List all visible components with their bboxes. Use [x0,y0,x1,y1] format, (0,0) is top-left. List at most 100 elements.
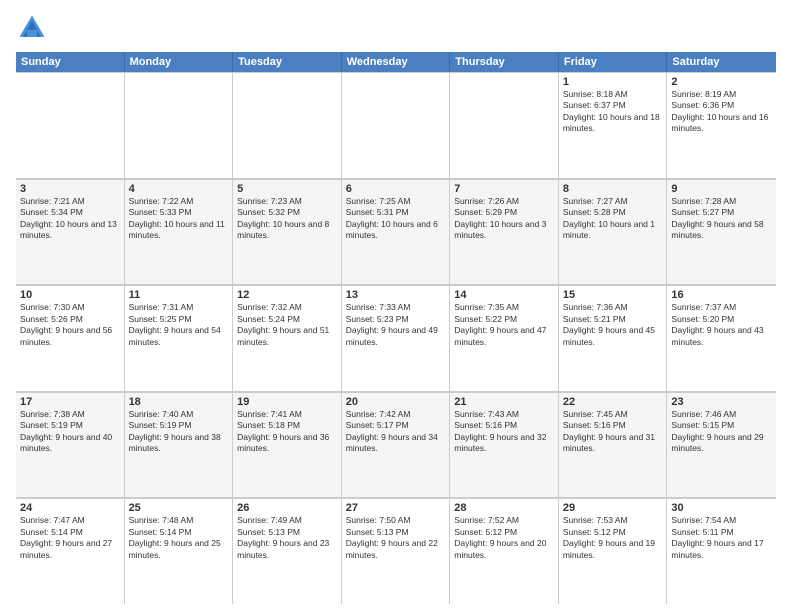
day-info: Sunrise: 7:54 AMSunset: 5:11 PMDaylight:… [671,515,772,561]
calendar-cell-empty-0 [16,72,125,178]
calendar-cell-30: 30Sunrise: 7:54 AMSunset: 5:11 PMDayligh… [667,498,776,604]
day-number: 11 [129,289,229,301]
calendar-cell-29: 29Sunrise: 7:53 AMSunset: 5:12 PMDayligh… [559,498,668,604]
day-info: Sunrise: 8:19 AMSunset: 6:36 PMDaylight:… [671,89,772,135]
calendar-cell-16: 16Sunrise: 7:37 AMSunset: 5:20 PMDayligh… [667,285,776,391]
day-info: Sunrise: 7:26 AMSunset: 5:29 PMDaylight:… [454,196,554,242]
day-number: 26 [237,502,337,514]
day-info: Sunrise: 8:18 AMSunset: 6:37 PMDaylight:… [563,89,663,135]
calendar-cell-4: 4Sunrise: 7:22 AMSunset: 5:33 PMDaylight… [125,179,234,285]
calendar-row-2: 10Sunrise: 7:30 AMSunset: 5:26 PMDayligh… [16,285,776,392]
day-number: 6 [346,183,446,195]
calendar-cell-14: 14Sunrise: 7:35 AMSunset: 5:22 PMDayligh… [450,285,559,391]
day-number: 27 [346,502,446,514]
calendar-cell-21: 21Sunrise: 7:43 AMSunset: 5:16 PMDayligh… [450,392,559,498]
calendar-cell-17: 17Sunrise: 7:38 AMSunset: 5:19 PMDayligh… [16,392,125,498]
calendar-cell-3: 3Sunrise: 7:21 AMSunset: 5:34 PMDaylight… [16,179,125,285]
day-number: 10 [20,289,120,301]
header-day-sunday: Sunday [16,52,125,72]
day-info: Sunrise: 7:49 AMSunset: 5:13 PMDaylight:… [237,515,337,561]
calendar: SundayMondayTuesdayWednesdayThursdayFrid… [16,52,776,604]
day-info: Sunrise: 7:47 AMSunset: 5:14 PMDaylight:… [20,515,120,561]
day-info: Sunrise: 7:46 AMSunset: 5:15 PMDaylight:… [671,409,772,455]
header-day-friday: Friday [559,52,668,72]
calendar-cell-15: 15Sunrise: 7:36 AMSunset: 5:21 PMDayligh… [559,285,668,391]
header-day-saturday: Saturday [667,52,776,72]
calendar-cell-28: 28Sunrise: 7:52 AMSunset: 5:12 PMDayligh… [450,498,559,604]
day-number: 5 [237,183,337,195]
day-info: Sunrise: 7:21 AMSunset: 5:34 PMDaylight:… [20,196,120,242]
day-info: Sunrise: 7:28 AMSunset: 5:27 PMDaylight:… [671,196,772,242]
header-day-monday: Monday [125,52,234,72]
calendar-cell-6: 6Sunrise: 7:25 AMSunset: 5:31 PMDaylight… [342,179,451,285]
day-info: Sunrise: 7:53 AMSunset: 5:12 PMDaylight:… [563,515,663,561]
day-number: 29 [563,502,663,514]
day-info: Sunrise: 7:33 AMSunset: 5:23 PMDaylight:… [346,302,446,348]
day-number: 19 [237,396,337,408]
calendar-cell-25: 25Sunrise: 7:48 AMSunset: 5:14 PMDayligh… [125,498,234,604]
day-info: Sunrise: 7:38 AMSunset: 5:19 PMDaylight:… [20,409,120,455]
day-number: 15 [563,289,663,301]
day-info: Sunrise: 7:37 AMSunset: 5:20 PMDaylight:… [671,302,772,348]
day-number: 16 [671,289,772,301]
day-info: Sunrise: 7:50 AMSunset: 5:13 PMDaylight:… [346,515,446,561]
calendar-cell-empty-3 [342,72,451,178]
day-number: 22 [563,396,663,408]
header [16,12,776,44]
day-info: Sunrise: 7:41 AMSunset: 5:18 PMDaylight:… [237,409,337,455]
day-info: Sunrise: 7:48 AMSunset: 5:14 PMDaylight:… [129,515,229,561]
calendar-cell-9: 9Sunrise: 7:28 AMSunset: 5:27 PMDaylight… [667,179,776,285]
calendar-cell-18: 18Sunrise: 7:40 AMSunset: 5:19 PMDayligh… [125,392,234,498]
day-number: 28 [454,502,554,514]
day-number: 18 [129,396,229,408]
day-info: Sunrise: 7:25 AMSunset: 5:31 PMDaylight:… [346,196,446,242]
day-info: Sunrise: 7:43 AMSunset: 5:16 PMDaylight:… [454,409,554,455]
day-info: Sunrise: 7:22 AMSunset: 5:33 PMDaylight:… [129,196,229,242]
header-day-thursday: Thursday [450,52,559,72]
calendar-cell-empty-1 [125,72,234,178]
calendar-cell-1: 1Sunrise: 8:18 AMSunset: 6:37 PMDaylight… [559,72,668,178]
day-number: 25 [129,502,229,514]
day-info: Sunrise: 7:52 AMSunset: 5:12 PMDaylight:… [454,515,554,561]
day-number: 20 [346,396,446,408]
calendar-cell-24: 24Sunrise: 7:47 AMSunset: 5:14 PMDayligh… [16,498,125,604]
day-info: Sunrise: 7:30 AMSunset: 5:26 PMDaylight:… [20,302,120,348]
day-number: 7 [454,183,554,195]
calendar-cell-11: 11Sunrise: 7:31 AMSunset: 5:25 PMDayligh… [125,285,234,391]
logo [16,12,52,44]
day-number: 1 [563,76,663,88]
day-number: 23 [671,396,772,408]
calendar-cell-19: 19Sunrise: 7:41 AMSunset: 5:18 PMDayligh… [233,392,342,498]
day-info: Sunrise: 7:32 AMSunset: 5:24 PMDaylight:… [237,302,337,348]
logo-icon [16,12,48,44]
calendar-row-3: 17Sunrise: 7:38 AMSunset: 5:19 PMDayligh… [16,392,776,499]
calendar-cell-5: 5Sunrise: 7:23 AMSunset: 5:32 PMDaylight… [233,179,342,285]
calendar-cell-13: 13Sunrise: 7:33 AMSunset: 5:23 PMDayligh… [342,285,451,391]
day-number: 24 [20,502,120,514]
calendar-body: 1Sunrise: 8:18 AMSunset: 6:37 PMDaylight… [16,72,776,604]
day-info: Sunrise: 7:35 AMSunset: 5:22 PMDaylight:… [454,302,554,348]
day-info: Sunrise: 7:36 AMSunset: 5:21 PMDaylight:… [563,302,663,348]
calendar-cell-12: 12Sunrise: 7:32 AMSunset: 5:24 PMDayligh… [233,285,342,391]
calendar-cell-22: 22Sunrise: 7:45 AMSunset: 5:16 PMDayligh… [559,392,668,498]
day-number: 8 [563,183,663,195]
calendar-cell-7: 7Sunrise: 7:26 AMSunset: 5:29 PMDaylight… [450,179,559,285]
calendar-cell-27: 27Sunrise: 7:50 AMSunset: 5:13 PMDayligh… [342,498,451,604]
calendar-cell-26: 26Sunrise: 7:49 AMSunset: 5:13 PMDayligh… [233,498,342,604]
calendar-cell-20: 20Sunrise: 7:42 AMSunset: 5:17 PMDayligh… [342,392,451,498]
calendar-row-4: 24Sunrise: 7:47 AMSunset: 5:14 PMDayligh… [16,498,776,604]
day-info: Sunrise: 7:31 AMSunset: 5:25 PMDaylight:… [129,302,229,348]
day-number: 21 [454,396,554,408]
calendar-header: SundayMondayTuesdayWednesdayThursdayFrid… [16,52,776,72]
day-number: 4 [129,183,229,195]
calendar-cell-8: 8Sunrise: 7:27 AMSunset: 5:28 PMDaylight… [559,179,668,285]
calendar-row-1: 3Sunrise: 7:21 AMSunset: 5:34 PMDaylight… [16,179,776,286]
calendar-row-0: 1Sunrise: 8:18 AMSunset: 6:37 PMDaylight… [16,72,776,179]
day-number: 30 [671,502,772,514]
page: SundayMondayTuesdayWednesdayThursdayFrid… [0,0,792,612]
day-number: 17 [20,396,120,408]
header-day-tuesday: Tuesday [233,52,342,72]
day-number: 13 [346,289,446,301]
calendar-cell-empty-2 [233,72,342,178]
day-number: 3 [20,183,120,195]
